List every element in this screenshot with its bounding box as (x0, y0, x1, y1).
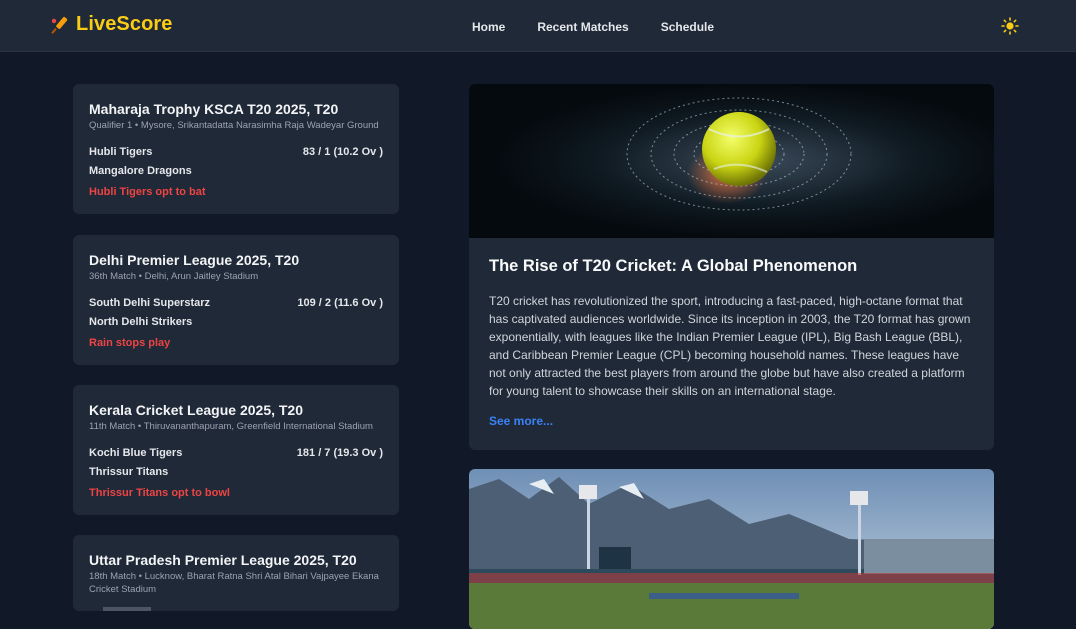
team-name: Kochi Blue Tigers (89, 447, 183, 459)
article-title: The Rise of T20 Cricket: A Global Phenom… (489, 257, 858, 275)
team-score: 181 / 7 (19.3 Ov ) (296, 447, 383, 459)
match-subtitle: 36th Match • Delhi, Arun Jaitley Stadium (89, 271, 259, 282)
nav-home[interactable]: Home (472, 20, 505, 34)
news-article-card: The Rise of T20 Cricket: A Global Phenom… (469, 84, 994, 450)
main-nav: Home Recent Matches Schedule (472, 20, 714, 34)
match-subtitle: 11th Match • Thiruvananthapuram, Greenfi… (89, 421, 373, 432)
horizontal-scrollbar[interactable] (103, 607, 151, 611)
cricket-bat-icon (51, 16, 68, 34)
article-image[interactable] (469, 469, 994, 629)
nav-recent-matches[interactable]: Recent Matches (537, 20, 628, 34)
match-status: Rain stops play (89, 337, 171, 349)
match-subtitle: 18th Match • Lucknow, Bharat Ratna Shri … (89, 571, 379, 595)
match-title: Kerala Cricket League 2025, T20 (89, 402, 304, 418)
team-row: Thrissur Titans (89, 465, 383, 479)
team-name: North Delhi Strikers (89, 316, 193, 328)
match-card[interactable]: Kerala Cricket League 2025, T20 11th Mat… (73, 385, 399, 515)
article-body: T20 cricket has revolutionized the sport… (489, 294, 971, 398)
nav-schedule[interactable]: Schedule (661, 20, 714, 34)
match-card[interactable]: Uttar Pradesh Premier League 2025, T20 1… (73, 535, 399, 611)
team-name: Hubli Tigers (89, 146, 153, 158)
match-title: Uttar Pradesh Premier League 2025, T20 (89, 552, 357, 568)
team-score: 83 / 1 (10.2 Ov ) (302, 146, 383, 158)
team-row: Kochi Blue Tigers 181 / 7 (19.3 Ov ) (89, 446, 383, 460)
team-name: South Delhi Superstarz (89, 297, 211, 309)
see-more-link[interactable]: See more... (489, 414, 553, 428)
match-status: Thrissur Titans opt to bowl (89, 487, 230, 499)
team-row: North Delhi Strikers (89, 315, 383, 329)
match-card[interactable]: Delhi Premier League 2025, T20 36th Matc… (73, 235, 399, 365)
team-row: South Delhi Superstarz 109 / 2 (11.6 Ov … (89, 296, 383, 310)
team-row: Mangalore Dragons (89, 164, 383, 178)
logo-text: LiveScore (76, 13, 173, 35)
match-status: Hubli Tigers opt to bat (89, 186, 206, 198)
team-score: 109 / 2 (11.6 Ov ) (297, 297, 383, 309)
match-title: Maharaja Trophy KSCA T20 2025, T20 (89, 101, 339, 117)
logo[interactable]: LiveScore (50, 13, 173, 36)
team-row: Hubli Tigers 83 / 1 (10.2 Ov ) (89, 145, 383, 159)
match-subtitle: Qualifier 1 • Mysore, Srikantadatta Nara… (89, 120, 379, 131)
match-title: Delhi Premier League 2025, T20 (89, 252, 300, 268)
article-image[interactable] (469, 84, 994, 238)
sun-icon[interactable] (1001, 17, 1019, 35)
news-article-card (469, 469, 994, 629)
team-name: Mangalore Dragons (89, 165, 192, 177)
team-name: Thrissur Titans (89, 466, 169, 478)
match-card[interactable]: Maharaja Trophy KSCA T20 2025, T20 Quali… (73, 84, 399, 214)
top-navbar: LiveScore Home Recent Matches Schedule (0, 0, 1076, 52)
